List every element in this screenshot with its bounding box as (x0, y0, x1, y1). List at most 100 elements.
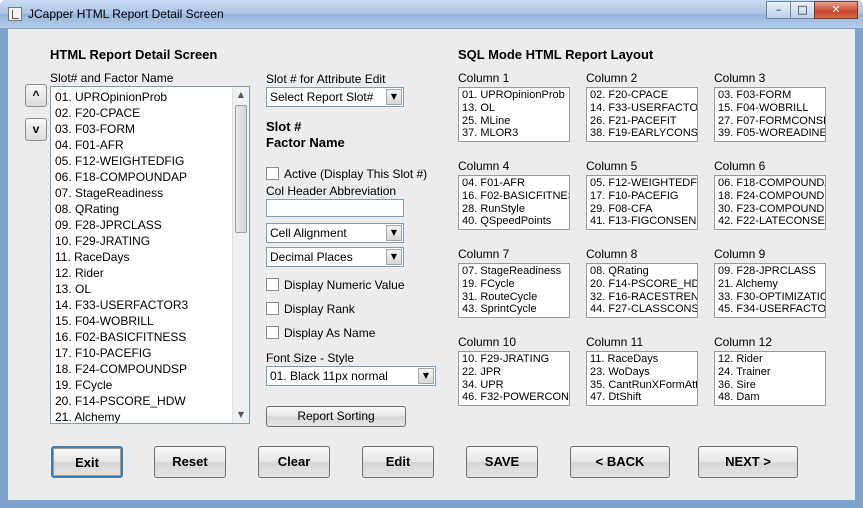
list-item[interactable]: 07. StageReadiness (51, 185, 249, 201)
column-slot-line: 47. DtShift (590, 391, 642, 404)
column-slot-line: 43. SprintCycle (462, 303, 537, 316)
column-box[interactable]: 07. StageReadiness 19. FCycle 31. RouteCyc… (458, 263, 570, 318)
list-item[interactable]: 02. F20-CPACE (51, 105, 249, 121)
chevron-down-icon[interactable]: ▼ (386, 225, 402, 241)
list-item[interactable]: 21. Alchemy (51, 409, 249, 423)
list-item[interactable]: 09. F28-JPRCLASS (51, 217, 249, 233)
edit-button[interactable]: Edit (362, 446, 434, 478)
slot-list-items: 01. UPROpinionProb 02. F20-CPACE 03. F03-F… (51, 87, 249, 423)
column-title: Column 6 (714, 159, 766, 173)
column-box[interactable]: 05. F12-WEIGHTEDFIG 17. F10-PACEFIG 29. F0… (586, 175, 698, 230)
font-size-select[interactable]: 01. Black 11px normal ▼ (266, 366, 436, 386)
column-title: Column 7 (458, 247, 510, 261)
active-checkbox[interactable] (266, 167, 279, 180)
list-item[interactable]: 16. F02-BASICFITNESS (51, 329, 249, 345)
column-slot-line: 05. F12-WEIGHTEDFIG (590, 177, 697, 189)
column-box[interactable]: 10. F29-JRATING 22. JPR 34. UPR 46. F32-POW… (458, 351, 570, 406)
list-item[interactable]: 14. F33-USERFACTOR3 (51, 297, 249, 313)
scroll-down-icon[interactable]: ▼ (233, 407, 249, 423)
scroll-up-icon[interactable]: ▲ (233, 87, 249, 103)
list-item[interactable]: 11. RaceDays (51, 249, 249, 265)
decimal-places-value: Decimal Places (270, 250, 353, 264)
font-size-label: Font Size - Style (266, 351, 355, 365)
col-header-label: Col Header Abbreviation (266, 184, 397, 198)
decimal-places-select[interactable]: Decimal Places ▼ (266, 247, 404, 267)
exit-button[interactable]: Exit (51, 446, 123, 478)
list-item[interactable]: 20. F14-PSCORE_HDW (51, 393, 249, 409)
clear-button[interactable]: Clear (258, 446, 330, 478)
back-button[interactable]: < BACK (570, 446, 670, 478)
list-item[interactable]: 19. FCycle (51, 377, 249, 393)
cell-alignment-select[interactable]: Cell Alignment ▼ (266, 223, 404, 243)
list-item[interactable]: 17. F10-PACEFIG (51, 345, 249, 361)
display-as-name-checkbox[interactable] (266, 326, 279, 339)
column-slot-line: 28. RunStyle (462, 202, 525, 215)
reset-button[interactable]: Reset (154, 446, 226, 478)
display-numeric-label: Display Numeric Value (284, 278, 405, 292)
column-box[interactable]: 12. Rider 24. Trainer 36. Sire 48. Dam (714, 351, 826, 406)
col-header-input[interactable] (266, 199, 404, 217)
list-item[interactable]: 13. OL (51, 281, 249, 297)
column-box[interactable]: 04. F01-AFR16. F02-BASICFITNESS28. RunSt… (458, 175, 570, 230)
column-title: Column 12 (714, 335, 773, 349)
column-slot-line: 09. F28-JPRCLASS (718, 265, 816, 277)
title-bar[interactable]: JCapper HTML Report Detail Screen – □ ✕ (0, 0, 863, 28)
close-button[interactable]: ✕ (814, 1, 858, 19)
report-detail-heading: HTML Report Detail Screen (50, 47, 218, 62)
list-item[interactable]: 10. F29-JRATING (51, 233, 249, 249)
column-slot-line: 03. F03-FORM (718, 89, 792, 101)
column-slot-line: 24. Trainer (718, 365, 771, 378)
column-title: Column 9 (714, 247, 766, 261)
column-slot-line: 04. F01-AFR (462, 177, 525, 189)
chevron-down-icon[interactable]: ▼ (418, 368, 434, 384)
slot-list-scrollbar[interactable]: ▲ ▼ (232, 87, 249, 423)
chevron-down-icon[interactable]: ▼ (386, 89, 402, 105)
column-slot-line: 35. CantRunXFormAtt (590, 378, 697, 391)
move-down-button[interactable]: v (25, 118, 47, 141)
cell-alignment-value: Cell Alignment (270, 226, 347, 240)
column-slot-line: 33. F30-OPTIMIZATIO (718, 290, 825, 303)
display-numeric-checkbox[interactable] (266, 278, 279, 291)
scroll-thumb[interactable] (235, 105, 247, 233)
report-sorting-button[interactable]: Report Sorting (266, 406, 406, 427)
list-item[interactable]: 06. F18-COMPOUNDAP (51, 169, 249, 185)
list-item[interactable]: 01. UPROpinionProb (51, 89, 249, 105)
app-icon (8, 7, 22, 21)
list-item[interactable]: 03. F03-FORM (51, 121, 249, 137)
column-box[interactable]: 03. F03-FORM 15. F04-WOBRILL 27. F07-FORMC… (714, 87, 826, 142)
slot-attribute-label: Slot # for Attribute Edit (266, 72, 386, 86)
font-size-value: 01. Black 11px normal (270, 369, 388, 383)
slot-factor-list[interactable]: 01. UPROpinionProb 02. F20-CPACE 03. F03-F… (50, 86, 250, 424)
list-item[interactable]: 15. F04-WOBRILL (51, 313, 249, 329)
column-slot-line: 44. F27-CLASSCONSEN (590, 303, 697, 316)
factor-name-heading: Factor Name (266, 135, 345, 150)
sql-layout-heading: SQL Mode HTML Report Layout (458, 47, 654, 62)
column-slot-line: 26. F21-PACEFIT (590, 114, 677, 127)
display-rank-checkbox[interactable] (266, 302, 279, 315)
column-slot-line: 02. F20-CPACE (590, 89, 669, 101)
slot-number-heading: Slot # (266, 119, 302, 134)
column-title: Column 11 (586, 335, 644, 349)
move-up-button[interactable]: ^ (25, 84, 47, 107)
list-item[interactable]: 05. F12-WEIGHTEDFIG (51, 153, 249, 169)
column-box[interactable]: 11. RaceDays 23. WoDays 35. CantRunXFormAt… (586, 351, 698, 406)
list-item[interactable]: 18. F24-COMPOUNDSP (51, 361, 249, 377)
save-button[interactable]: SAVE (466, 446, 538, 478)
column-box[interactable]: 01. UPROpinionProb 13. OL 25. MLine 37. MLO… (458, 87, 570, 142)
column-slot-line: 11. RaceDays (590, 353, 659, 365)
maximize-button[interactable]: □ (790, 1, 815, 19)
column-box[interactable]: 02. F20-CPACE 14. F33-USERFACTOR 26. F21-P… (586, 87, 698, 142)
column-box[interactable]: 06. F18-COMPOUNDAP18. F24-COMPOUNDSP30. … (714, 175, 826, 230)
column-box[interactable]: 08. QRating20. F14-PSCORE_HDW32. F16-RAC… (586, 263, 698, 318)
list-item[interactable]: 12. Rider (51, 265, 249, 281)
app-window: JCapper HTML Report Detail Screen – □ ✕ … (0, 0, 863, 508)
list-item[interactable]: 04. F01-AFR (51, 137, 249, 153)
chevron-down-icon[interactable]: ▼ (386, 249, 402, 265)
minimize-button[interactable]: – (766, 1, 791, 19)
report-slot-select[interactable]: Select Report Slot# ▼ (266, 87, 404, 107)
column-slot-line: 22. JPR (462, 365, 502, 378)
next-button[interactable]: NEXT > (698, 446, 798, 478)
list-item[interactable]: 08. QRating (51, 201, 249, 217)
column-slot-line: 17. F10-PACEFIG (590, 189, 679, 202)
column-box[interactable]: 09. F28-JPRCLASS 21. Alchemy 33. F30-OPTIM… (714, 263, 826, 318)
